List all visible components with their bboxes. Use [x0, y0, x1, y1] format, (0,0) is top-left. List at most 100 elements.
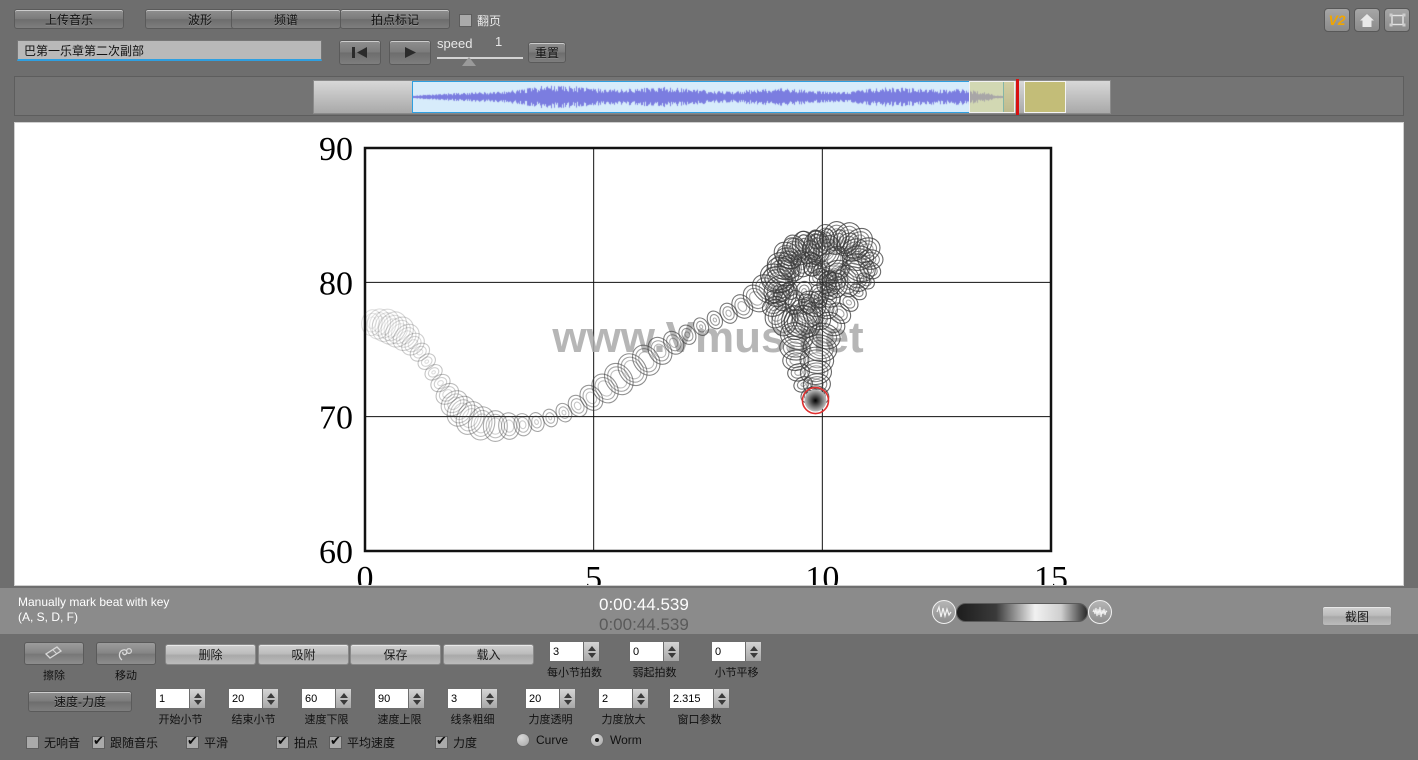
checkbox-follow-music[interactable]: 跟随音乐	[92, 734, 158, 751]
waveform-selection-region[interactable]	[412, 81, 1004, 113]
window-param-value[interactable]: 2.315	[669, 688, 713, 709]
checkbox-beats[interactable]: 拍点	[276, 734, 318, 751]
reset-button[interactable]: 重置	[528, 42, 566, 63]
checkbox-average-tempo[interactable]: 平均速度	[329, 734, 395, 751]
curve-radio-dot[interactable]	[516, 733, 530, 747]
window-param-spinner[interactable]: 2.315 窗口参数	[669, 688, 730, 727]
dynamics-opacity-spin[interactable]: 20	[525, 688, 576, 709]
spectrum-button[interactable]: 频谱	[231, 9, 341, 29]
waveform-zoom-in-button[interactable]	[1088, 600, 1112, 624]
bar-shift-label: 小节平移	[714, 667, 759, 679]
dynamics-scale-spinner[interactable]: 2 力度放大	[598, 688, 649, 727]
bar-shift-value[interactable]: 0	[711, 641, 745, 662]
tempo-max-spin[interactable]: 90	[374, 688, 425, 709]
checkbox-page-turn[interactable]: 翻页	[459, 12, 501, 29]
pickup-beats-value[interactable]: 0	[629, 641, 663, 662]
pickup-beats-spinner[interactable]: 0 弱起拍数	[629, 641, 680, 680]
waveform-marked-region[interactable]	[1024, 81, 1066, 113]
erase-button[interactable]	[24, 642, 84, 665]
dynamics-scale-value[interactable]: 2	[598, 688, 632, 709]
speed-slider-thumb[interactable]	[462, 57, 476, 66]
save-button[interactable]: 保存	[350, 644, 441, 665]
waveform-zoom-slider[interactable]	[932, 600, 1112, 626]
waveform-overview-bar[interactable]	[14, 76, 1404, 116]
tempo-min-spinner[interactable]: 60 速度下限	[301, 688, 352, 727]
bar-shift-spinner[interactable]: 0 小节平移	[711, 641, 762, 680]
rewind-button[interactable]	[339, 40, 381, 65]
tempo-min-value[interactable]: 60	[301, 688, 335, 709]
fullscreen-button[interactable]	[1384, 8, 1410, 32]
beats-checkbox-box[interactable]	[276, 734, 289, 749]
delete-button[interactable]: 删除	[165, 644, 256, 665]
waveform-loop-region[interactable]	[969, 81, 1015, 113]
end-bar-spin[interactable]: 20	[228, 688, 279, 709]
worm-radio-dot[interactable]	[590, 733, 604, 747]
start-bar-arrows[interactable]	[189, 688, 206, 709]
dynamics-scale-spin[interactable]: 2	[598, 688, 649, 709]
snap-button[interactable]: 吸附	[258, 644, 349, 665]
waveform-playhead[interactable]	[1016, 79, 1019, 115]
snap-label: 吸附	[291, 648, 316, 662]
tempo-max-value[interactable]: 90	[374, 688, 408, 709]
tempo-max-arrows[interactable]	[408, 688, 425, 709]
dynamics-opacity-spinner[interactable]: 20 力度透明	[525, 688, 576, 727]
line-width-arrows[interactable]	[481, 688, 498, 709]
waveform-zoom-out-button[interactable]	[932, 600, 956, 624]
beats-per-bar-spin[interactable]: 3	[549, 641, 600, 662]
window-param-spin[interactable]: 2.315	[669, 688, 730, 709]
smooth-checkbox-box[interactable]	[186, 734, 199, 749]
average-tempo-checkbox-box[interactable]	[329, 734, 342, 749]
move-button[interactable]	[96, 642, 156, 665]
play-button[interactable]	[389, 40, 431, 65]
dynamics-scale-arrows[interactable]	[632, 688, 649, 709]
beats-per-bar-spinner[interactable]: 3 每小节拍数	[547, 641, 602, 680]
bar-shift-arrows[interactable]	[745, 641, 762, 662]
tempo-dynamics-button[interactable]: 速度-力度	[28, 691, 132, 712]
dynamics-opacity-arrows[interactable]	[559, 688, 576, 709]
line-width-spinner[interactable]: 3 线条粗细	[447, 688, 498, 727]
page-turn-checkbox-box[interactable]	[459, 14, 472, 27]
line-width-spin[interactable]: 3	[447, 688, 498, 709]
radio-worm[interactable]: Worm	[590, 733, 642, 747]
song-title-input[interactable]: 巴第一乐章第二次副部	[17, 40, 322, 61]
start-bar-spin[interactable]: 1	[155, 688, 206, 709]
follow-music-checkbox-box[interactable]	[92, 734, 105, 749]
start-bar-spinner[interactable]: 1 开始小节	[155, 688, 206, 727]
beat-mark-button[interactable]: 拍点标记	[340, 9, 450, 29]
load-button[interactable]: 载入	[443, 644, 534, 665]
start-bar-value[interactable]: 1	[155, 688, 189, 709]
end-bar-value[interactable]: 20	[228, 688, 262, 709]
tempo-min-spin[interactable]: 60	[301, 688, 352, 709]
tempo-dynamics-plot[interactable]: www.Vmus.net 60 70 80 90 0 5 10 15	[14, 122, 1404, 586]
bar-shift-spin[interactable]: 0	[711, 641, 762, 662]
speed-slider-track[interactable]	[437, 57, 523, 59]
upload-music-button[interactable]: 上传音乐	[14, 9, 124, 29]
erase-tool[interactable]: 擦除	[24, 642, 84, 683]
tempo-min-arrows[interactable]	[335, 688, 352, 709]
beats-per-bar-value[interactable]: 3	[549, 641, 583, 662]
radio-curve[interactable]: Curve	[516, 733, 568, 747]
home-button[interactable]	[1354, 8, 1380, 32]
line-width-value[interactable]: 3	[447, 688, 481, 709]
move-tool[interactable]: 移动	[96, 642, 156, 683]
end-bar-arrows[interactable]	[262, 688, 279, 709]
pickup-beats-arrows[interactable]	[663, 641, 680, 662]
window-param-label: 窗口参数	[677, 714, 722, 726]
waveform-zoom-track[interactable]	[956, 603, 1088, 622]
snapshot-button[interactable]: 截图	[1322, 606, 1392, 626]
dynamics-checkbox-box[interactable]	[435, 734, 448, 749]
window-param-arrows[interactable]	[713, 688, 730, 709]
pickup-beats-spin[interactable]: 0	[629, 641, 680, 662]
version-badge-button[interactable]: V2	[1324, 8, 1350, 32]
beats-per-bar-arrows[interactable]	[583, 641, 600, 662]
checkbox-smooth[interactable]: 平滑	[186, 734, 228, 751]
no-sound-checkbox-box[interactable]	[26, 736, 39, 749]
dynamics-opacity-value[interactable]: 20	[525, 688, 559, 709]
svg-text:10: 10	[805, 560, 839, 585]
end-bar-spinner[interactable]: 20 结束小节	[228, 688, 279, 727]
checkbox-no-sound[interactable]: 无响音	[26, 734, 80, 751]
move-hand-icon	[118, 647, 133, 661]
checkbox-dynamics[interactable]: 力度	[435, 734, 477, 751]
waveform-strip[interactable]	[313, 79, 1111, 115]
tempo-max-spinner[interactable]: 90 速度上限	[374, 688, 425, 727]
